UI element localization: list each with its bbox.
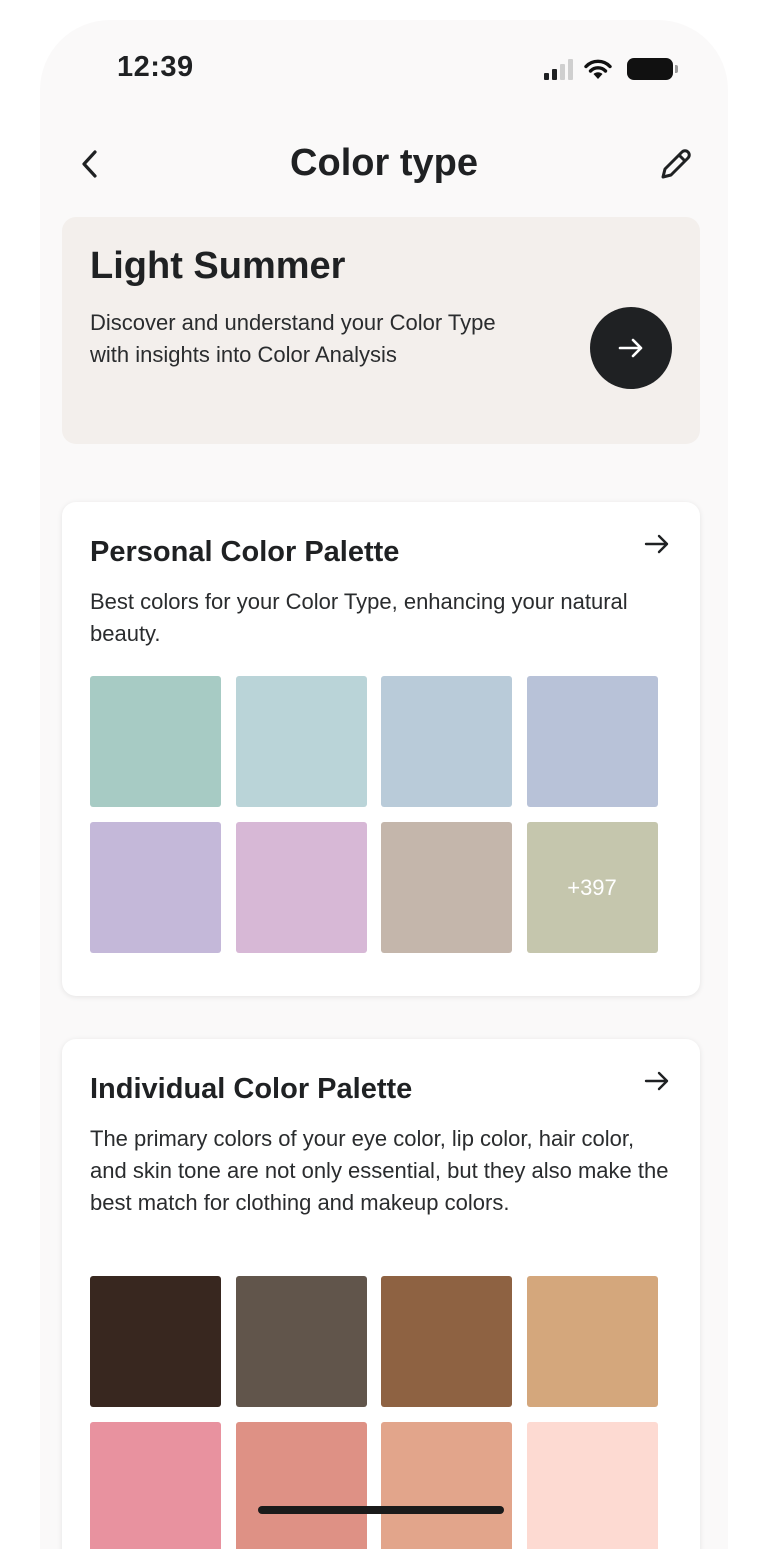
personal-palette-description: Best colors for your Color Type, enhanci… (90, 589, 628, 646)
individual-palette-description: The primary colors of your eye color, li… (90, 1126, 669, 1215)
color-swatch[interactable] (235, 1276, 367, 1407)
color-swatch[interactable] (235, 822, 367, 953)
color-swatch[interactable] (90, 822, 221, 953)
more-colors-swatch[interactable]: +397 (526, 822, 658, 953)
color-swatch[interactable] (90, 1276, 221, 1407)
individual-palette-open-button[interactable] (642, 1069, 672, 1093)
phone-screen: 12:39 Color type Light Summer Discover a… (40, 20, 728, 1549)
status-time: 12:39 (117, 51, 194, 83)
color-swatch[interactable] (381, 1422, 512, 1549)
color-type-name: Light Summer (90, 245, 346, 287)
color-swatch[interactable] (381, 822, 512, 953)
color-swatch[interactable] (90, 676, 221, 807)
color-swatch[interactable] (90, 1422, 221, 1549)
individual-palette-card[interactable]: Individual Color Palette The primary col… (62, 1039, 700, 1549)
color-swatch[interactable] (526, 1422, 658, 1549)
color-swatch[interactable] (526, 1276, 658, 1407)
color-type-card[interactable]: Light Summer Discover and understand you… (62, 217, 700, 444)
more-colors-count: +397 (567, 874, 617, 900)
color-type-open-button[interactable] (590, 307, 672, 389)
personal-palette-title: Personal Color Palette (90, 536, 400, 568)
color-swatch[interactable] (235, 676, 367, 807)
arrow-right-icon (618, 338, 643, 358)
color-swatch[interactable] (235, 1422, 367, 1549)
color-swatch[interactable] (381, 1276, 512, 1407)
color-type-description: Discover and understand your Color Type … (90, 310, 496, 367)
personal-palette-card[interactable]: Personal Color Palette Best colors for y… (62, 502, 700, 996)
battery-icon (627, 58, 678, 80)
cellular-signal-icon (544, 58, 573, 80)
arrow-right-icon (644, 1071, 669, 1091)
personal-palette-open-button[interactable] (642, 532, 672, 556)
personal-palette-swatches: +397 (90, 676, 658, 953)
arrow-right-icon (644, 534, 669, 554)
color-swatch[interactable] (381, 676, 512, 807)
color-swatch[interactable] (526, 676, 658, 807)
pencil-icon (661, 149, 691, 179)
edit-button[interactable] (654, 144, 696, 186)
individual-palette-title: Individual Color Palette (90, 1073, 413, 1105)
wifi-icon (584, 59, 612, 79)
home-indicator (258, 1506, 504, 1514)
status-icons (544, 58, 678, 80)
page-title: Color type (290, 142, 478, 184)
